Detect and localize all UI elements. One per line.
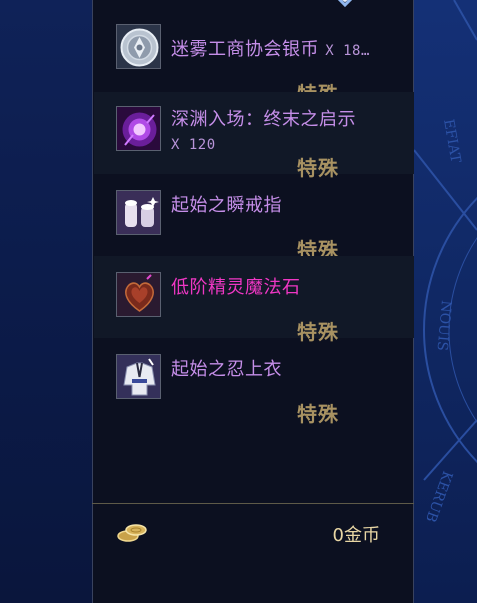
reward-name: 低阶精灵魔法石 — [171, 277, 301, 298]
reward-item-2[interactable]: 深渊入场：终末之启示 X 120 特殊 — [94, 92, 414, 180]
rarity-label: 特殊 — [297, 402, 339, 426]
gold-coins-icon — [117, 524, 147, 542]
svg-text:EFIAT: EFIAT — [440, 118, 464, 165]
svg-text:NOUIS: NOUIS — [434, 300, 454, 352]
reward-item-5[interactable]: 起始之忍上衣 特殊 — [94, 338, 414, 426]
footer-divider — [92, 503, 414, 504]
purple-orb-icon — [116, 106, 161, 151]
reward-item-4[interactable]: 低阶精灵魔法石 特殊 — [94, 256, 414, 344]
reward-name: 迷雾工商协会银币 X 18… — [171, 39, 370, 60]
ninja-top-icon — [116, 354, 161, 399]
magic-circle-decoration: EFIAT NOUIS KERUB — [414, 0, 477, 524]
reward-name: 起始之忍上衣 — [171, 359, 282, 380]
reward-name: 深渊入场：终末之启示 X 120 — [171, 109, 356, 153]
scroll-up-arrow-icon[interactable] — [333, 0, 357, 8]
reward-item-1[interactable]: 迷雾工商协会银币 X 18… 特殊 — [94, 18, 414, 106]
reward-item-3[interactable]: 起始之瞬戒指 特殊 — [94, 174, 414, 262]
gold-amount: 0金币 — [332, 525, 380, 546]
reward-list-panel: 迷雾工商协会银币 X 18… 特殊 深渊入场：终末之启示X 120 特殊 — [92, 0, 414, 603]
silver-coin-icon — [116, 24, 161, 69]
reward-name: 起始之瞬戒指 — [171, 195, 282, 216]
ring-scroll-icon — [116, 190, 161, 235]
heart-stone-icon — [116, 272, 161, 317]
background-left — [0, 0, 92, 603]
background-right: EFIAT NOUIS KERUB — [414, 0, 477, 603]
